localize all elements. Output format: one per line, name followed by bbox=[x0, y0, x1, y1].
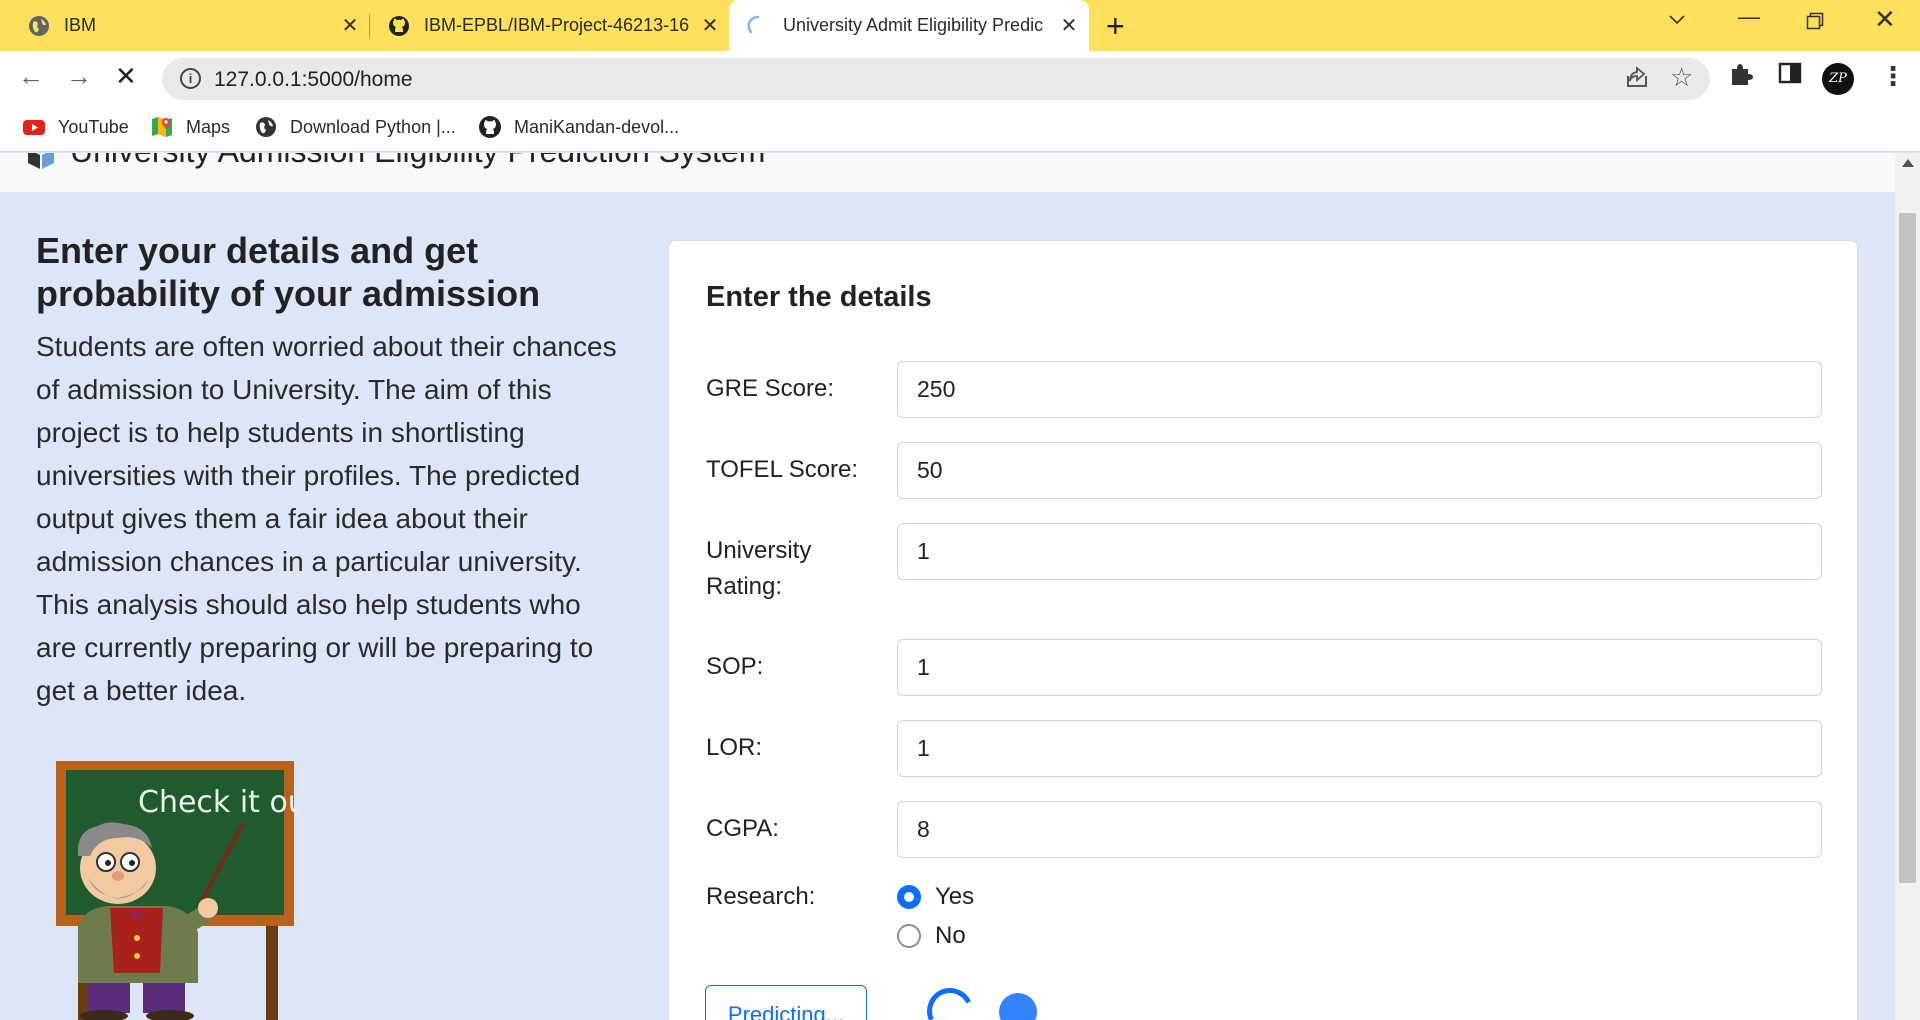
page-viewport: University Admission Eligibility Predict… bbox=[0, 153, 1895, 1020]
browser-toolbar: ← → ✕ i 127.0.0.1:5000/home ☆ ZP ⋮ bbox=[0, 51, 1920, 107]
site-brand[interactable]: University Admission Eligibility Predict… bbox=[70, 153, 765, 170]
loading-spinner-icon bbox=[747, 15, 760, 33]
tab-ibm[interactable]: IBM ✕ bbox=[28, 0, 362, 51]
restore-icon[interactable] bbox=[1806, 10, 1824, 36]
github-icon bbox=[479, 116, 501, 138]
tofel-score-input[interactable] bbox=[897, 442, 1822, 499]
url-text[interactable]: 127.0.0.1:5000/home bbox=[214, 68, 413, 92]
tab-title: IBM bbox=[64, 15, 97, 35]
university-rating-label: University Rating: bbox=[706, 537, 812, 600]
maps-icon bbox=[152, 117, 172, 137]
details-form-card: Enter the details GRE Score: TOFEL Score… bbox=[668, 240, 1858, 1020]
sop-input[interactable] bbox=[897, 639, 1822, 696]
gre-score-label: GRE Score: bbox=[706, 375, 835, 402]
tab-search-chevron-icon[interactable] bbox=[1668, 8, 1686, 34]
close-icon[interactable]: ✕ bbox=[698, 13, 722, 38]
back-arrow-icon[interactable]: ← bbox=[18, 61, 44, 92]
bookmark-maps[interactable]: Maps bbox=[150, 115, 230, 139]
bookmarks-bar: YouTube Maps Download Python |... ManiKa… bbox=[0, 107, 1920, 152]
bookmark-youtube[interactable]: YouTube bbox=[22, 115, 129, 139]
lor-label: LOR: bbox=[706, 734, 763, 761]
tab-strip: IBM ✕ IBM-EPBL/IBM-Project-46213-16 ✕ Un… bbox=[0, 0, 1920, 51]
close-window-icon[interactable]: ✕ bbox=[1874, 4, 1896, 35]
forward-arrow-icon[interactable]: → bbox=[66, 61, 92, 92]
university-rating-input[interactable] bbox=[897, 523, 1822, 580]
side-panel-icon[interactable] bbox=[1778, 61, 1802, 92]
brand-logo-icon[interactable] bbox=[26, 153, 56, 171]
tab-separator bbox=[369, 14, 370, 38]
research-label: Research: bbox=[706, 883, 816, 910]
tofel-score-label: TOFEL Score: bbox=[706, 456, 859, 483]
bookmark-label: ManiKandan-devol... bbox=[514, 116, 680, 137]
bookmark-manikandan[interactable]: ManiKandan-devol... bbox=[478, 115, 679, 139]
radio-label: Yes bbox=[935, 883, 975, 910]
tab-university-admit[interactable]: University Admit Eligibility Predic ✕ bbox=[729, 0, 1089, 51]
chalkboard-text: Check it out! bbox=[138, 785, 298, 820]
cgpa-label: CGPA: bbox=[706, 815, 779, 842]
radio-unchecked-icon[interactable] bbox=[897, 924, 921, 948]
stop-loading-icon[interactable]: ✕ bbox=[115, 61, 137, 92]
tab-github-project[interactable]: IBM-EPBL/IBM-Project-46213-16 ✕ bbox=[388, 0, 722, 51]
radio-label: No bbox=[935, 922, 966, 949]
predict-button[interactable]: Predicting... bbox=[705, 985, 867, 1020]
bookmark-download-python[interactable]: Download Python |... bbox=[254, 115, 456, 139]
research-no-radio[interactable]: No bbox=[897, 922, 966, 950]
bookmark-label: Maps bbox=[186, 116, 231, 137]
form-title: Enter the details bbox=[706, 281, 932, 313]
scrollbar-thumb[interactable] bbox=[1899, 213, 1916, 883]
teacher-chalkboard-illustration: Check it out! bbox=[56, 761, 298, 1020]
globe-icon bbox=[29, 15, 49, 36]
new-tab-plus-icon[interactable]: + bbox=[1106, 8, 1125, 45]
tab-title: IBM-EPBL/IBM-Project-46213-16 bbox=[424, 15, 690, 35]
radio-checked-icon[interactable] bbox=[897, 885, 921, 909]
page-scrollbar[interactable] bbox=[1895, 153, 1920, 1020]
close-icon[interactable]: ✕ bbox=[1057, 13, 1081, 38]
close-icon[interactable]: ✕ bbox=[338, 13, 362, 38]
hero-description: Students are often worried about their c… bbox=[36, 331, 617, 706]
site-navbar: University Admission Eligibility Predict… bbox=[0, 153, 1895, 192]
cgpa-input[interactable] bbox=[897, 801, 1822, 858]
profile-avatar[interactable]: ZP bbox=[1822, 63, 1854, 95]
gre-score-input[interactable] bbox=[897, 361, 1822, 418]
github-icon bbox=[389, 15, 409, 36]
tab-title: University Admit Eligibility Predic bbox=[783, 15, 1044, 35]
share-icon[interactable] bbox=[1624, 64, 1650, 97]
more-menu-icon[interactable]: ⋮ bbox=[1880, 61, 1906, 92]
research-yes-radio[interactable]: Yes bbox=[897, 883, 974, 911]
bookmark-label: Download Python |... bbox=[290, 116, 456, 137]
youtube-icon bbox=[23, 120, 45, 135]
address-bar[interactable]: i 127.0.0.1:5000/home ☆ bbox=[162, 58, 1710, 100]
bookmark-star-icon[interactable]: ☆ bbox=[1670, 62, 1693, 93]
hero-heading: Enter your details and get probability o… bbox=[36, 230, 541, 314]
bookmark-label: YouTube bbox=[58, 116, 129, 137]
extensions-puzzle-icon[interactable] bbox=[1728, 61, 1754, 94]
lor-input[interactable] bbox=[897, 720, 1822, 777]
site-info-icon[interactable]: i bbox=[180, 68, 201, 89]
sop-label: SOP: bbox=[706, 653, 764, 680]
minimize-icon[interactable]: — bbox=[1738, 4, 1760, 30]
globe-icon bbox=[256, 117, 276, 137]
scroll-up-arrow-icon[interactable] bbox=[1902, 159, 1914, 167]
